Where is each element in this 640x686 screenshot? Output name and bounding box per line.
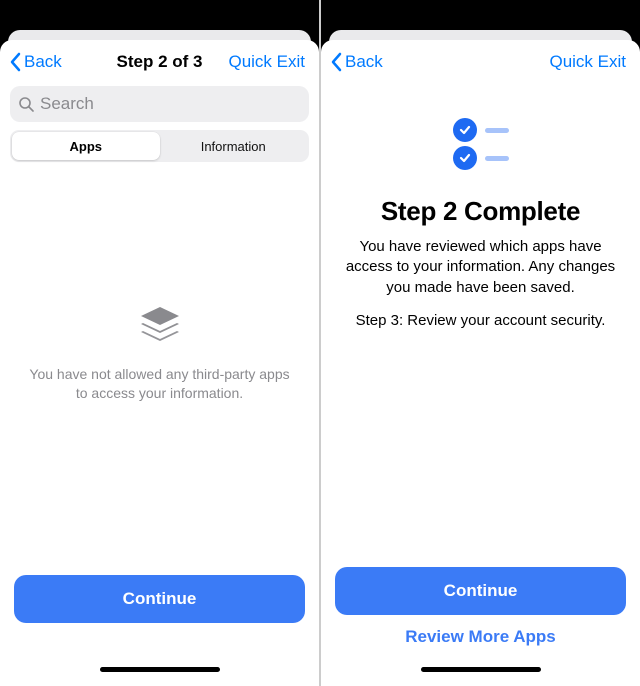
completion-body: You have reviewed which apps have access… bbox=[341, 237, 620, 298]
search-icon bbox=[18, 96, 34, 112]
continue-button[interactable]: Continue bbox=[335, 567, 626, 615]
home-indicator[interactable] bbox=[421, 667, 541, 672]
checklist-icon bbox=[453, 114, 509, 174]
nav-bar: Back Quick Exit bbox=[321, 40, 640, 84]
completion-next-step: Step 3: Review your account security. bbox=[356, 312, 606, 329]
empty-message: You have not allowed any third-party app… bbox=[28, 365, 291, 403]
nav-bar: Back Step 2 of 3 Quick Exit bbox=[0, 40, 319, 84]
back-button[interactable]: Back bbox=[4, 48, 68, 76]
search-input[interactable]: Search bbox=[10, 86, 309, 122]
card-stack-front: Back Quick Exit Step 2 Compl bbox=[321, 40, 640, 686]
screen-step2-complete: Back Quick Exit Step 2 Compl bbox=[321, 0, 640, 686]
quick-exit-button[interactable]: Quick Exit bbox=[220, 48, 313, 76]
completion-title: Step 2 Complete bbox=[381, 196, 580, 227]
search-placeholder: Search bbox=[40, 94, 94, 114]
completion-content: Step 2 Complete You have reviewed which … bbox=[321, 84, 640, 329]
apps-stack-icon bbox=[135, 301, 185, 351]
chevron-left-icon bbox=[331, 52, 343, 72]
back-label: Back bbox=[24, 52, 62, 72]
footer: Continue Review More Apps bbox=[321, 567, 640, 686]
home-indicator[interactable] bbox=[100, 667, 220, 672]
screen-step2-apps: Back Step 2 of 3 Quick Exit Search Apps … bbox=[0, 0, 319, 686]
footer: Continue bbox=[0, 575, 319, 686]
list-line-icon bbox=[485, 156, 509, 161]
back-button[interactable]: Back bbox=[325, 48, 389, 76]
empty-state: You have not allowed any third-party app… bbox=[0, 128, 319, 575]
continue-button[interactable]: Continue bbox=[14, 575, 305, 623]
card-stack-front: Back Step 2 of 3 Quick Exit Search Apps … bbox=[0, 40, 319, 686]
list-line-icon bbox=[485, 128, 509, 133]
review-more-apps-button[interactable]: Review More Apps bbox=[335, 615, 626, 659]
checkmark-icon bbox=[453, 146, 477, 170]
back-label: Back bbox=[345, 52, 383, 72]
checkmark-icon bbox=[453, 118, 477, 142]
quick-exit-button[interactable]: Quick Exit bbox=[541, 48, 634, 76]
chevron-left-icon bbox=[10, 52, 22, 72]
